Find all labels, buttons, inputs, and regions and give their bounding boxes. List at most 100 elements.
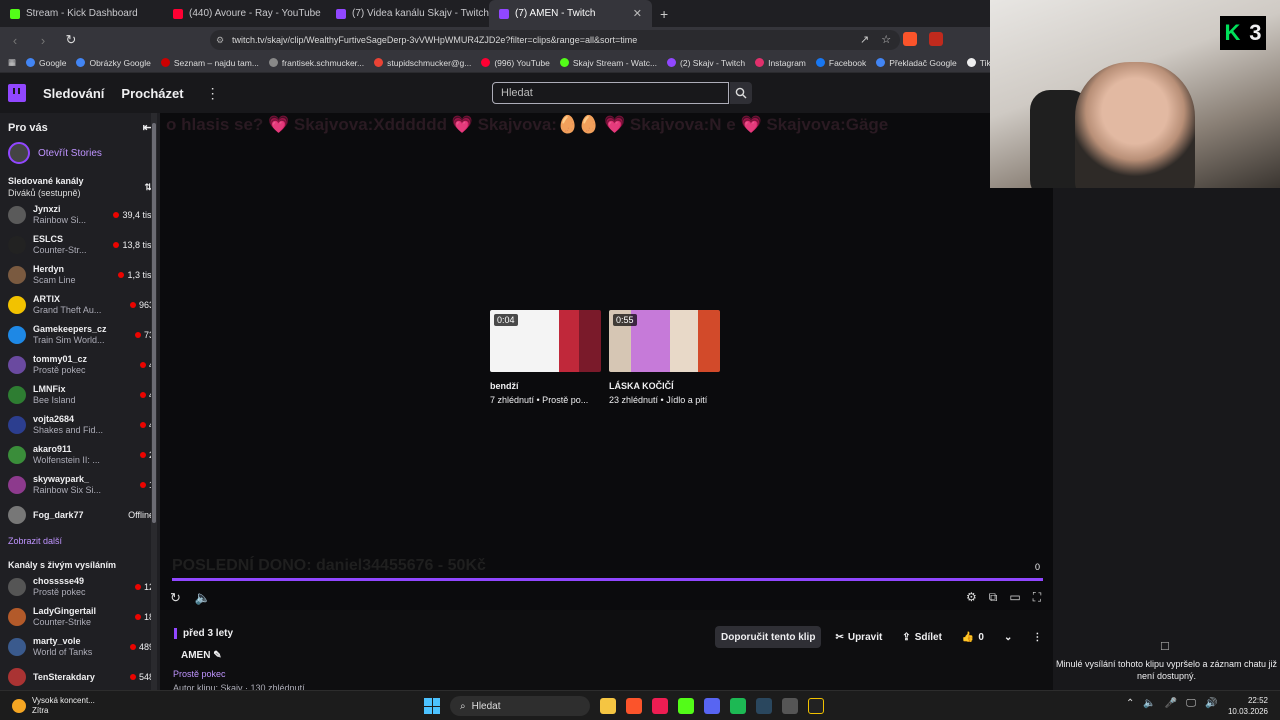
more-options-icon[interactable]: ⋮ bbox=[1026, 626, 1048, 648]
clip-thumbnail[interactable]: 0:55 bbox=[609, 310, 720, 372]
bookmark-gmail[interactable]: stupidschmucker@g... bbox=[374, 58, 471, 68]
instagram-icon bbox=[755, 58, 765, 67]
sidebar-channel[interactable]: vojta2684Shakes and Fid...4 bbox=[0, 410, 160, 440]
steam-icon[interactable] bbox=[756, 698, 772, 714]
open-stories[interactable]: Otevřít Stories bbox=[0, 138, 160, 168]
forward-icon[interactable]: › bbox=[36, 33, 50, 48]
sidebar-channel[interactable]: ARTIX Grand Theft Au... 963 bbox=[0, 290, 160, 320]
bookmark-translate[interactable]: Překladač Google bbox=[876, 58, 957, 68]
tab-twitch-amen[interactable]: (7) AMEN - Twitch ✕ bbox=[489, 0, 652, 27]
brave-shield-icon[interactable] bbox=[903, 32, 918, 46]
tab-title: Stream - Kick Dashboard bbox=[26, 8, 138, 19]
sidebar-channel[interactable]: LadyGingertail Counter-Strike 18 bbox=[0, 602, 160, 632]
bookmark-tiktok[interactable]: TikTok bbox=[966, 58, 990, 68]
bookmark-frantisek[interactable]: frantisek.schmucker... bbox=[268, 58, 364, 68]
like-button[interactable]: 👍 0 bbox=[956, 626, 990, 648]
bookmark-facebook[interactable]: Facebook bbox=[815, 58, 866, 68]
sidebar-channel-offline[interactable]: Fog_dark77 Offline bbox=[0, 500, 160, 530]
sidebar-channel[interactable]: ESLCS Counter-Str... 13,8 tis. bbox=[0, 230, 160, 260]
app-icon[interactable] bbox=[808, 698, 824, 714]
search-input[interactable]: Hledat bbox=[492, 82, 729, 104]
tab-twitch-videos[interactable]: (7) Videa kanálu Skajv - Twitch bbox=[326, 0, 489, 27]
recommended-clip-card[interactable]: 0:04 bendží 7 zhlédnutí • Prostě po... bbox=[490, 310, 601, 405]
file-explorer-icon[interactable] bbox=[600, 698, 616, 714]
replay-icon[interactable]: ↻ bbox=[170, 590, 181, 606]
settings-gear-icon[interactable]: ⚙ bbox=[966, 590, 977, 605]
theatre-mode-icon[interactable]: ▭ bbox=[1009, 590, 1020, 605]
sidebar-channel[interactable]: Gamekeepers_cz Train Sim World... 73 bbox=[0, 320, 160, 350]
kick-app-icon[interactable] bbox=[678, 698, 694, 714]
network-icon[interactable]: 🖵 bbox=[1186, 698, 1196, 709]
obs-icon[interactable] bbox=[782, 698, 798, 714]
sidebar-channel[interactable]: chosssse49 Prostě pokec 12 bbox=[0, 572, 160, 602]
sidebar-scrollbar[interactable] bbox=[151, 113, 157, 690]
sidebar-channel[interactable]: marty_vole World of Tanks 489 bbox=[0, 632, 160, 662]
bookmark-twitch[interactable]: (2) Skajv - Twitch bbox=[667, 58, 745, 68]
show-more-link[interactable]: Zobrazit další bbox=[0, 530, 160, 552]
brave-browser-icon[interactable] bbox=[626, 698, 642, 714]
nav-following[interactable]: Sledování bbox=[43, 86, 104, 101]
close-tab-icon[interactable]: ✕ bbox=[633, 7, 642, 20]
seek-bar[interactable] bbox=[172, 578, 1043, 581]
channel-name: Jynxzi bbox=[33, 204, 61, 214]
channel-name: chosssse49 bbox=[33, 576, 85, 586]
url-field[interactable]: ⚙ twitch.tv/skajv/clip/WealthyFurtiveSag… bbox=[210, 30, 900, 50]
bookmark-kick[interactable]: Skajv Stream - Watc... bbox=[559, 58, 657, 68]
more-menu-icon[interactable]: ⋮ bbox=[206, 85, 220, 102]
reload-icon[interactable]: ↻ bbox=[64, 32, 78, 48]
twitch-logo-icon[interactable] bbox=[8, 84, 26, 102]
clip-icon[interactable]: ⧉ bbox=[989, 590, 998, 605]
weather-widget[interactable]: Vysoká koncent... Zítra bbox=[12, 696, 95, 716]
edit-clip-button[interactable]: ✂ Upravit bbox=[829, 626, 888, 648]
spotify-icon[interactable] bbox=[730, 698, 746, 714]
live-indicator-icon bbox=[113, 212, 120, 218]
speaker-icon[interactable]: 🔈 bbox=[1143, 698, 1155, 709]
sidebar-channel[interactable]: akaro911Wolfenstein II: ...2 bbox=[0, 440, 160, 470]
sidebar-channel[interactable]: skywaypark_Rainbow Six Si...1 bbox=[0, 470, 160, 500]
edit-title-icon[interactable]: ✎ bbox=[213, 650, 221, 661]
share-button[interactable]: ⇪ Sdílet bbox=[896, 626, 948, 648]
sidebar-channel[interactable]: TenSterakdary 548 bbox=[0, 662, 160, 690]
tab-youtube[interactable]: (440) Avoure - Ray - YouTube bbox=[163, 0, 326, 27]
back-icon[interactable]: ‹ bbox=[8, 33, 22, 48]
scrollbar-thumb[interactable] bbox=[152, 123, 156, 523]
sidebar-channel[interactable]: LMNFixBee Island4 bbox=[0, 380, 160, 410]
share-icon: ⇪ bbox=[902, 631, 911, 643]
volume-icon[interactable]: 🔈 bbox=[195, 590, 211, 606]
search-button[interactable] bbox=[730, 82, 752, 104]
clock[interactable]: 22:52 10.03.2026 bbox=[1222, 695, 1268, 717]
bookmark-seznam[interactable]: Seznam – najdu tam... bbox=[160, 58, 259, 68]
fullscreen-icon[interactable]: ⛶ bbox=[1033, 590, 1041, 605]
sidebar-channel[interactable]: Jynxzi Rainbow Si... 39,4 tis. bbox=[0, 200, 160, 230]
site-info-icon[interactable]: ⚙ bbox=[216, 35, 224, 46]
clip-thumbnail[interactable]: 0:04 bbox=[490, 310, 601, 372]
nav-browse[interactable]: Procházet bbox=[121, 86, 183, 101]
live-indicator-icon bbox=[129, 302, 136, 308]
recommend-clip-button[interactable]: Doporučit tento klip bbox=[715, 626, 822, 648]
share-icon[interactable]: ↗ bbox=[860, 33, 869, 46]
microphone-icon[interactable]: 🎤 bbox=[1165, 698, 1177, 709]
bookmark-instagram[interactable]: Instagram bbox=[755, 58, 806, 68]
star-icon[interactable]: ☆ bbox=[881, 33, 891, 46]
video-player[interactable]: o hlasis se? 💗 Skajvova:Xdddddd 💗 Skajvo… bbox=[160, 113, 1053, 610]
bookmark-youtube[interactable]: (996) YouTube bbox=[481, 58, 550, 68]
new-tab-button[interactable]: + bbox=[652, 6, 676, 22]
facebook-icon bbox=[815, 58, 825, 67]
bookmark-google[interactable]: Google bbox=[26, 58, 66, 68]
tab-kick-dashboard[interactable]: Stream - Kick Dashboard bbox=[0, 0, 163, 27]
volume-icon[interactable]: 🔊 bbox=[1205, 698, 1217, 709]
sidebar-channel[interactable]: Herdyn Scam Line 1,3 tis. bbox=[0, 260, 160, 290]
discord-icon[interactable] bbox=[704, 698, 720, 714]
recommended-clip-card[interactable]: 0:55 LÁSKA KOČIČÍ 23 zhlédnutí • Jídlo a… bbox=[609, 310, 720, 405]
clip-game-link[interactable]: Prostě pokec bbox=[173, 669, 226, 679]
sidebar-channel[interactable]: tommy01_czProstě pokec4 bbox=[0, 350, 160, 380]
windows-start-icon[interactable] bbox=[424, 698, 440, 714]
chevron-up-icon[interactable]: ⌃ bbox=[1126, 698, 1134, 709]
chevron-down-icon[interactable]: ⌄ bbox=[998, 626, 1018, 648]
apps-grid-icon[interactable]: ▦ bbox=[8, 57, 16, 68]
google-icon bbox=[26, 58, 36, 67]
bookmark-google-images[interactable]: Obrázky Google bbox=[76, 58, 151, 68]
taskbar-search[interactable]: ⌕ Hledat bbox=[450, 696, 590, 716]
tiktok-app-icon[interactable] bbox=[652, 698, 668, 714]
brave-rewards-icon[interactable] bbox=[929, 32, 944, 46]
